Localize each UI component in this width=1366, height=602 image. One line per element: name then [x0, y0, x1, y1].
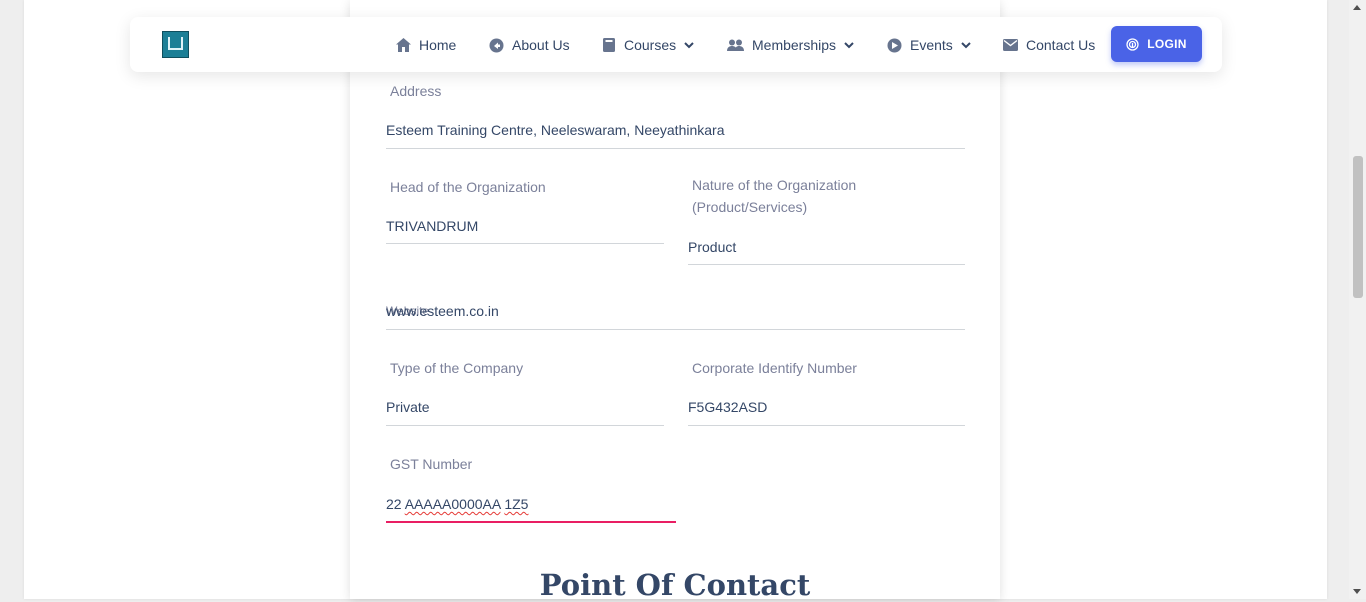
cin-value[interactable]: F5G432ASD — [688, 399, 767, 415]
site-logo[interactable] — [162, 31, 189, 58]
nav-item-courses[interactable]: Courses — [603, 34, 694, 56]
nav-item-events[interactable]: Events — [887, 34, 971, 56]
gst-number-label: GST Number — [390, 456, 473, 472]
info-circle-icon — [489, 38, 504, 52]
mail-icon — [1003, 39, 1018, 51]
gst-value-prefix: 22 — [386, 496, 405, 512]
scrollbar-thumb[interactable] — [1353, 156, 1363, 298]
nature-of-organization-underline — [688, 264, 965, 265]
address-value[interactable]: Esteem Training Centre, Neeleswaram, Nee… — [386, 122, 725, 138]
login-label: LOGIN — [1147, 37, 1187, 51]
website-underline — [386, 329, 965, 330]
nav-item-contact[interactable]: Contact Us — [1003, 34, 1095, 56]
nav-label-memberships: Memberships — [752, 37, 837, 53]
point-of-contact-heading: Point Of Contact — [539, 568, 811, 602]
nature-of-organization-field[interactable]: Nature of the Organization (Product/Serv… — [688, 174, 965, 266]
registration-form-card: Address Esteem Training Centre, Neeleswa… — [350, 0, 1000, 599]
address-underline — [386, 148, 965, 149]
scrollbar-track[interactable] — [1349, 0, 1366, 599]
nature-of-organization-label: Nature of the Organization (Product/Serv… — [692, 177, 857, 215]
gst-number-value[interactable]: 22 AAAAA0000AA 1Z5 — [386, 496, 528, 512]
gst-number-field[interactable]: GST Number 22 AAAAA0000AA 1Z5 — [386, 453, 676, 525]
fingerprint-icon — [1126, 37, 1139, 51]
nav-item-memberships[interactable]: Memberships — [727, 34, 854, 56]
scroll-up-arrow-icon[interactable] — [1353, 5, 1361, 10]
head-of-organization-underline — [386, 243, 664, 244]
scroll-down-arrow-icon[interactable] — [1353, 589, 1361, 594]
event-icon — [887, 38, 902, 52]
nav-label-home: Home — [419, 37, 457, 53]
nature-of-organization-value[interactable]: Product — [688, 239, 736, 255]
nav-label-events: Events — [910, 37, 953, 53]
gst-number-underline-active — [386, 521, 676, 523]
cin-label: Corporate Identify Number — [692, 360, 857, 376]
company-type-field[interactable]: Type of the Company Private — [386, 357, 664, 427]
address-field[interactable]: Address Esteem Training Centre, Neeleswa… — [386, 80, 965, 150]
chevron-down-icon — [684, 41, 694, 48]
gst-value-word2: 1Z5 — [504, 496, 529, 512]
cin-field[interactable]: Corporate Identify Number F5G432ASD — [688, 357, 965, 427]
chevron-down-icon — [961, 41, 971, 48]
people-icon — [727, 39, 744, 51]
website-field[interactable]: Website www.esteem.co.in — [386, 300, 965, 330]
head-of-organization-value[interactable]: TRIVANDRUM — [386, 218, 478, 234]
address-label: Address — [390, 83, 442, 99]
home-icon — [396, 38, 411, 52]
nav-item-about[interactable]: About Us — [489, 34, 570, 56]
gst-value-word1: AAAAA0000AA — [404, 496, 501, 512]
cin-underline — [688, 425, 965, 426]
login-button[interactable]: LOGIN — [1111, 26, 1202, 62]
company-type-underline — [386, 425, 664, 426]
head-of-organization-field[interactable]: Head of the Organization TRIVANDRUM — [386, 176, 664, 246]
book-icon — [603, 37, 615, 52]
company-type-label: Type of the Company — [390, 360, 524, 376]
company-type-value[interactable]: Private — [386, 399, 430, 415]
head-of-organization-label: Head of the Organization — [390, 179, 546, 195]
nav-label-courses: Courses — [624, 37, 677, 53]
nav-label-contact: Contact Us — [1026, 37, 1096, 53]
chevron-down-icon — [844, 41, 854, 48]
navbar: Home About Us Courses Memberships Events… — [130, 17, 1222, 72]
nav-label-about: About Us — [512, 37, 570, 53]
nav-item-home[interactable]: Home — [396, 34, 456, 56]
website-value[interactable]: www.esteem.co.in — [386, 303, 499, 319]
